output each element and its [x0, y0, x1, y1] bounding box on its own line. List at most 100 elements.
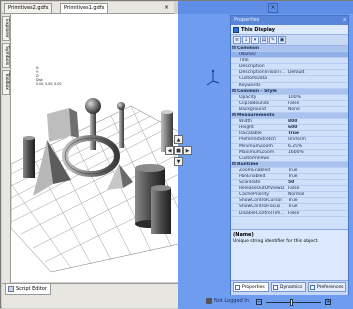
property-key: (Name) [239, 52, 256, 58]
property-key: DisableControlTim... [239, 210, 285, 216]
script-icon [8, 286, 14, 292]
property-value[interactable]: 600 [288, 125, 346, 131]
property-value[interactable]: True [288, 198, 346, 204]
cube-small[interactable] [47, 108, 71, 142]
property-value[interactable]: False [288, 186, 346, 192]
preferences-tab-icon [310, 285, 315, 290]
display-icon [233, 27, 239, 33]
axes-gizmo-icon[interactable] [206, 69, 220, 87]
property-value[interactable]: True [288, 204, 346, 210]
script-editor-tab[interactable]: Script Editor [5, 284, 51, 295]
tab-label: Dynamics [280, 285, 303, 290]
zoom-slider[interactable] [266, 302, 321, 303]
property-value[interactable]: 100% [288, 95, 346, 101]
close-icon[interactable]: × [268, 3, 278, 13]
properties-icon[interactable]: ▤ [260, 36, 268, 44]
categorized-icon[interactable]: ≡ [233, 36, 241, 44]
property-key: ClipToBounds [239, 100, 269, 106]
bottom-tab-strip: Script Editor [2, 283, 178, 295]
property-key: MinimumZoom [239, 143, 273, 149]
property-value[interactable]: 6.25% [288, 144, 346, 150]
explorer-tab[interactable]: Explorer [2, 16, 10, 41]
status-bar: Not Logged In − + [178, 295, 353, 309]
property-key: Title [239, 58, 249, 64]
property-grid: ⊟ Common (Name) Title Description Descri… [231, 46, 348, 229]
sphere[interactable] [85, 98, 101, 114]
property-value[interactable]: Uniform [288, 137, 346, 143]
property-value[interactable]: 50 [288, 180, 346, 186]
description-pane: (Name) Unique string identifier for this… [231, 229, 348, 280]
application-window: Primitives2.gdfx Primitives1.gdfx × Expl… [0, 0, 353, 309]
pan-left-icon[interactable]: ◀ [165, 146, 174, 155]
dynamics-tab-icon [273, 285, 278, 290]
document-tab-strip: Primitives2.gdfx Primitives1.gdfx × [2, 2, 174, 14]
zoom-out-icon[interactable]: − [256, 299, 262, 305]
property-value[interactable]: Normal [288, 192, 346, 198]
tab-label: Primitives2.gdfx [8, 5, 49, 11]
property-value[interactable]: False [288, 211, 346, 217]
collapse-icon: ⊟ [232, 46, 236, 51]
property-key: Height [239, 125, 254, 131]
properties-title-label: Properties [234, 17, 260, 23]
symbols-tab[interactable]: Symbols [2, 43, 10, 68]
pan-up-icon[interactable]: ▲ [174, 135, 183, 144]
tab-label: Primitives1.gdfx [64, 5, 105, 11]
property-value[interactable]: True [288, 131, 346, 137]
design-canvas[interactable]: X: Y: Z: Dist: 0.00, 0.00, 0.00 [11, 14, 179, 282]
property-key: Width [239, 119, 253, 125]
tab-preferences[interactable]: Preferences [308, 282, 346, 292]
filter-icon[interactable]: ▾ [251, 36, 259, 44]
tab-properties[interactable]: Properties [233, 282, 269, 292]
description-title: (Name) [233, 232, 254, 238]
properties-tab-strip: Properties Dynamics Preferences [231, 280, 348, 295]
rod [119, 108, 124, 148]
cylinder-front[interactable] [151, 188, 171, 234]
property-value[interactable]: True [288, 168, 346, 174]
properties-close-icon[interactable]: x [343, 16, 346, 25]
pole [90, 110, 96, 150]
tab-primitives2[interactable]: Primitives2.gdfx [4, 3, 53, 13]
login-status[interactable]: Not Logged In [214, 298, 249, 304]
property-value[interactable]: None [288, 107, 346, 113]
zoom-in-icon[interactable]: + [325, 299, 331, 305]
properties-toolbar: ≡ ↓ ▾ ▤ ✎ ▣ [231, 35, 348, 46]
property-key: ZoomEnabled [239, 167, 271, 173]
properties-panel: Properties x This Display ≡ ↓ ▾ ▤ ✎ ▣ ⊟ … [230, 15, 349, 295]
toolbox-tab[interactable]: Toolbox [2, 70, 10, 95]
scene-3d [11, 98, 179, 273]
property-row[interactable]: DisableControlTim... False [231, 211, 348, 217]
properties-tab-icon [235, 285, 240, 290]
pan-down-icon[interactable]: ▼ [174, 157, 183, 166]
selected-object[interactable]: This Display [231, 25, 348, 35]
tab-dynamics[interactable]: Dynamics [271, 282, 306, 292]
description-text: Unique string identifier for this object… [233, 239, 319, 244]
pan-right-icon[interactable]: ▶ [183, 146, 192, 155]
center-view-icon[interactable]: ■ [174, 146, 183, 155]
property-value[interactable]: Default [288, 70, 346, 76]
property-value[interactable]: False [288, 101, 346, 107]
property-key: PanEnabled [239, 173, 266, 179]
side-toolstrip: Explorer Symbols Toolbox [2, 14, 11, 294]
zoom-slider-thumb[interactable] [290, 299, 293, 306]
blue-header-strip: × [178, 1, 353, 14]
property-key: IsScalable [239, 131, 262, 137]
cylinder-tall[interactable] [23, 138, 35, 178]
alphabetical-icon[interactable]: ↓ [242, 36, 250, 44]
close-document-icon[interactable]: × [164, 4, 169, 11]
property-key: ShowControlCursor [239, 198, 283, 204]
tab-primitives1[interactable]: Primitives1.gdfx [60, 3, 109, 13]
tab-label: Properties [242, 285, 265, 290]
symbols-label: Symbols [4, 46, 9, 66]
property-key: ScanRate [239, 180, 261, 186]
info-line: 0.00, 0.00, 0.00 [36, 82, 62, 86]
lock-icon [206, 298, 212, 304]
status-bar-left [2, 295, 178, 308]
edit-icon[interactable]: ✎ [269, 36, 277, 44]
property-value[interactable]: True [288, 174, 346, 180]
property-value[interactable]: 1600% [288, 150, 346, 156]
toolbox-label: Toolbox [4, 73, 9, 90]
property-key: ReleaseOutOfViewD... [239, 186, 286, 192]
property-value[interactable]: 800 [288, 119, 346, 125]
layout-icon[interactable]: ▣ [278, 36, 286, 44]
property-key: DescriptionInToolTi... [239, 70, 286, 76]
